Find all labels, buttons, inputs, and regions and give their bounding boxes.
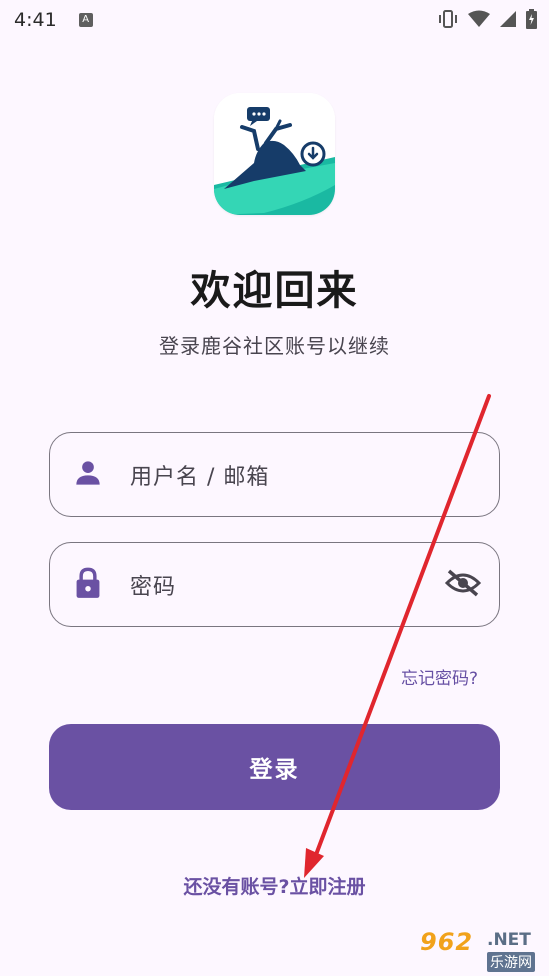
deer-logo-icon bbox=[214, 93, 335, 215]
status-time: 4:41 bbox=[14, 9, 57, 31]
notification-a-icon: A bbox=[78, 13, 93, 27]
status-bar: 4:41 A bbox=[0, 0, 549, 40]
register-prompt-text: 还没有账号? bbox=[183, 876, 290, 898]
page-subtitle: 登录鹿谷社区账号以继续 bbox=[159, 334, 390, 358]
lock-icon bbox=[74, 567, 102, 603]
username-field[interactable]: 用户名 / 邮箱 bbox=[49, 432, 500, 517]
visibility-off-icon[interactable] bbox=[444, 569, 482, 601]
watermark-sub: 乐游网 bbox=[487, 952, 535, 972]
password-field[interactable]: 密码 bbox=[49, 542, 500, 627]
watermark-domain: .NET bbox=[487, 930, 531, 950]
wifi-icon bbox=[468, 10, 490, 27]
page-title: 欢迎回来 bbox=[190, 268, 359, 314]
person-icon bbox=[74, 459, 102, 491]
username-placeholder: 用户名 / 邮箱 bbox=[130, 464, 270, 490]
status-icons bbox=[437, 9, 537, 29]
app-logo bbox=[214, 93, 335, 215]
login-button[interactable]: 登录 bbox=[49, 724, 500, 810]
signal-icon bbox=[500, 11, 516, 27]
battery-charging-icon bbox=[526, 9, 537, 29]
watermark-brand: 962 bbox=[420, 928, 474, 956]
forgot-password-link[interactable]: 忘记密码? bbox=[401, 664, 478, 689]
password-placeholder: 密码 bbox=[130, 574, 177, 600]
vibrate-icon bbox=[439, 10, 457, 28]
register-link[interactable]: 立即注册 bbox=[290, 876, 366, 898]
register-prompt: 还没有账号?立即注册 bbox=[0, 872, 549, 899]
